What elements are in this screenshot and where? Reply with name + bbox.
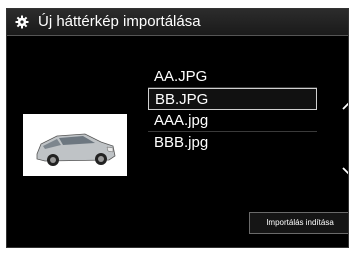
header-bar: Új háttérkép importálása bbox=[7, 9, 348, 36]
file-name: AA.JPG bbox=[154, 68, 208, 85]
gear-icon bbox=[15, 15, 29, 29]
file-name: BBB.jpg bbox=[154, 134, 209, 151]
chevron-down-icon[interactable] bbox=[341, 163, 348, 175]
file-item[interactable]: AAA.jpg bbox=[148, 110, 317, 132]
file-name: BB.JPG bbox=[155, 91, 209, 108]
file-item[interactable]: AA.JPG bbox=[148, 66, 317, 88]
import-wallpaper-screen: Új háttérkép importálása AA.JPG BB.JPG A… bbox=[6, 8, 349, 248]
file-item-selected[interactable]: BB.JPG bbox=[148, 88, 317, 110]
car-thumbnail-image bbox=[23, 114, 127, 176]
file-item[interactable]: BBB.jpg bbox=[148, 132, 317, 154]
start-import-button[interactable]: Importálás indítása bbox=[249, 212, 348, 234]
chevron-up-icon[interactable] bbox=[341, 98, 348, 110]
page-title: Új háttérkép importálása bbox=[38, 13, 201, 30]
file-list: AA.JPG BB.JPG AAA.jpg BBB.jpg bbox=[148, 66, 317, 154]
file-name: AAA.jpg bbox=[154, 112, 209, 129]
